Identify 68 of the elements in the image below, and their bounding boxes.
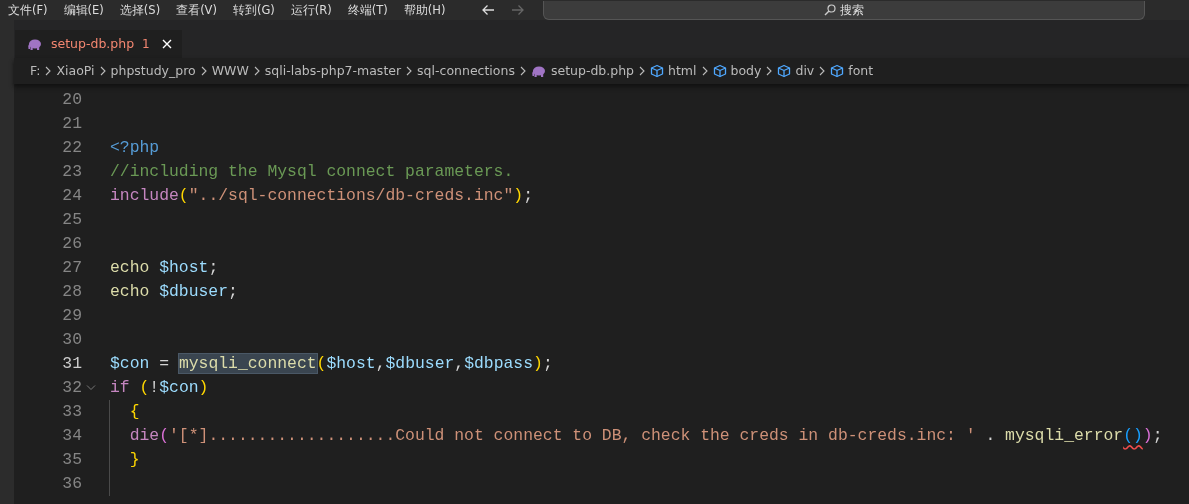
breadcrumb-item[interactable]: font	[848, 61, 874, 81]
code-line: //including the Mysql connect parameters.	[110, 162, 514, 181]
code-line: echo $dbuser;	[110, 282, 238, 301]
code-line: die('[*]...................Could not connect to DB, check the creds in db-creds.inc: ' . mysqli_error());	[129, 426, 1163, 445]
code-line: $con = mysqli_connect($host,$dbuser,$dbpass);	[110, 354, 553, 373]
editor-tab[interactable]: setup-db.php 1	[15, 30, 182, 58]
breadcrumb-item[interactable]: html	[668, 61, 697, 81]
forward-arrow-icon	[511, 4, 526, 16]
line-number: 22	[61, 137, 82, 159]
chevron-icon	[518, 66, 527, 76]
line-number: 25	[61, 209, 82, 231]
line-number: 31	[61, 353, 82, 375]
line-number: 28	[61, 281, 82, 303]
line-number: 30	[61, 329, 82, 351]
cube-icon	[777, 64, 792, 78]
line-number: 36	[61, 473, 82, 495]
breadcrumb-item[interactable]: sql-connections	[417, 61, 515, 81]
breadcrumb-item[interactable]: WWW	[211, 61, 249, 81]
line-number: 27	[61, 257, 82, 279]
menu-item[interactable]: 选择(S)	[111, 0, 169, 20]
line-number: 26	[61, 233, 82, 255]
menu-item[interactable]: 转到(G)	[224, 0, 283, 20]
line-number: 34	[61, 425, 82, 447]
breadcrumb-item[interactable]: body	[730, 61, 762, 81]
chevron-icon	[765, 66, 774, 76]
back-arrow-icon	[481, 4, 496, 16]
search-box[interactable]: 搜索	[543, 0, 1146, 20]
breadcrumb-item[interactable]: div	[795, 61, 815, 81]
menu-item[interactable]: 编辑(E)	[55, 0, 112, 20]
menu-item[interactable]: 帮助(H)	[395, 0, 454, 20]
code-line: if (!$con)	[110, 378, 209, 397]
code-line: }	[129, 450, 140, 469]
chevron-icon	[818, 66, 827, 76]
code-line: {	[129, 402, 140, 421]
chevron-icon	[405, 66, 414, 76]
elephant-icon	[27, 37, 43, 51]
elephant-icon	[530, 64, 547, 78]
menu-item[interactable]: 运行(R)	[282, 0, 340, 20]
line-number: 23	[61, 161, 82, 183]
code-line: include("../sql-connections/db-creds.inc");	[110, 186, 533, 205]
chevron-icon	[98, 66, 107, 76]
menu-item[interactable]: 终端(T)	[339, 0, 396, 20]
chevron-icon	[700, 66, 709, 76]
chevron-icon	[199, 66, 208, 76]
breadcrumb-item[interactable]: F:	[30, 61, 41, 81]
line-number: 20	[61, 89, 82, 111]
chevron-icon	[252, 66, 261, 76]
line-number: 29	[61, 305, 82, 327]
breadcrumb-item[interactable]: XiaoPi	[56, 61, 95, 81]
breadcrumb-item[interactable]: sqli-labs-php7-master	[264, 61, 402, 81]
line-number: 35	[61, 449, 82, 471]
search-icon	[824, 3, 837, 16]
line-number: 32	[61, 377, 82, 399]
close-icon[interactable]	[161, 39, 172, 49]
cube-icon	[830, 64, 845, 78]
menu-item[interactable]: 文件(F)	[0, 0, 56, 20]
line-number: 24	[61, 185, 82, 207]
code-line: echo $host;	[110, 258, 219, 277]
menu-item[interactable]: 查看(V)	[168, 0, 225, 20]
breadcrumb-item[interactable]: phpstudy_pro	[110, 61, 196, 81]
code-line: <?php	[110, 138, 160, 157]
breadcrumb-item[interactable]: setup-db.php	[550, 61, 635, 81]
cube-icon	[650, 64, 665, 78]
chevron-icon	[638, 66, 647, 76]
chevron-icon	[44, 66, 53, 76]
line-number: 21	[61, 113, 82, 135]
line-number: 33	[61, 401, 82, 423]
cube-icon	[712, 64, 727, 78]
